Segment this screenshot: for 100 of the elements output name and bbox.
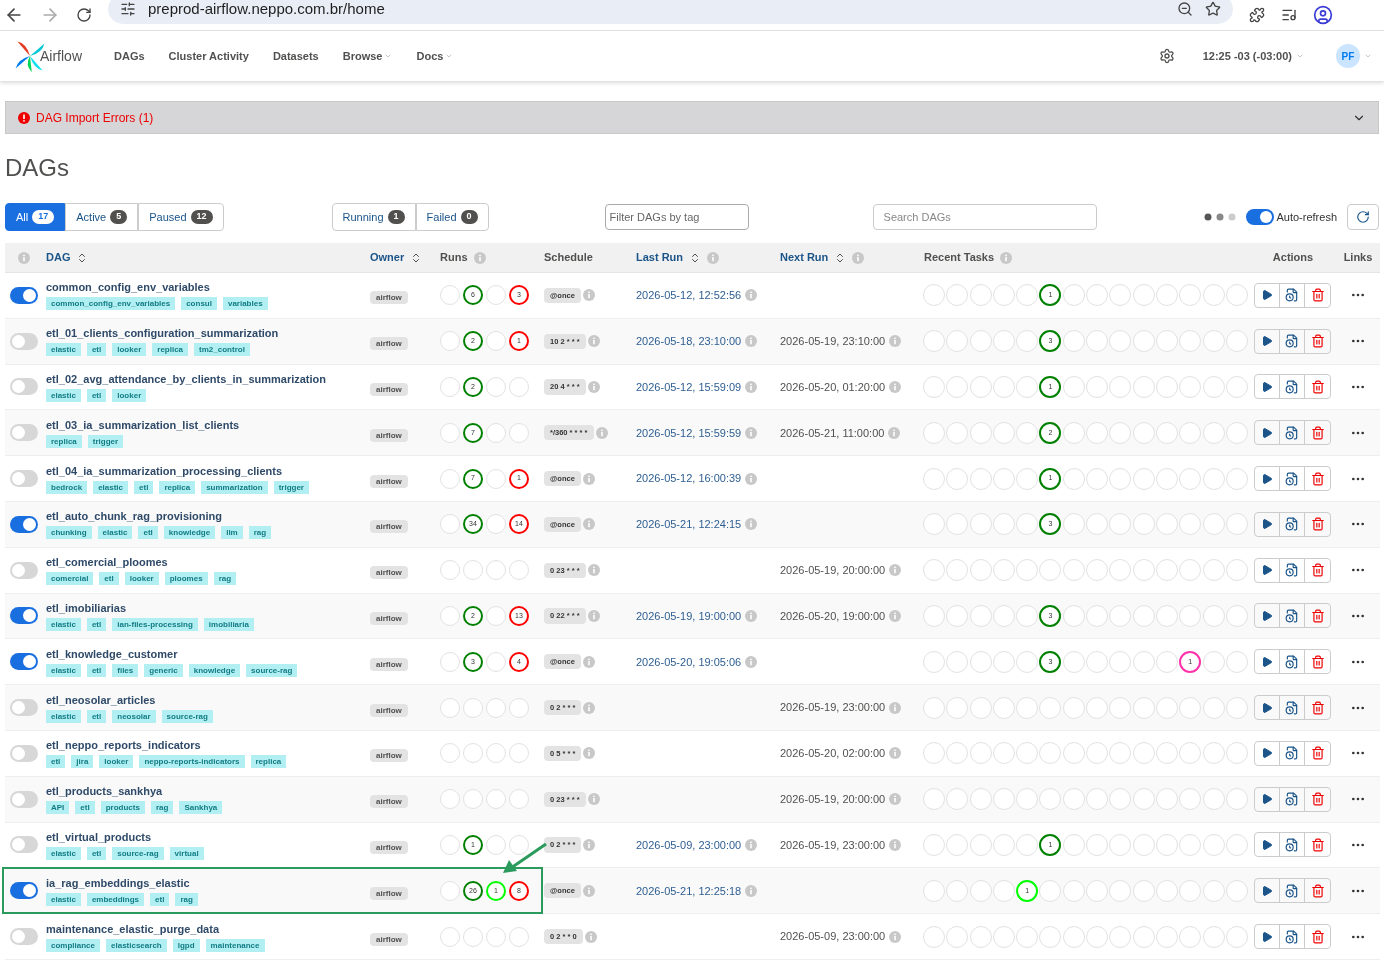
last-run-link[interactable]: 2026-05-19, 19:00:00 (636, 607, 742, 625)
tag-chip[interactable]: Sankhya (179, 801, 223, 815)
tag-chip[interactable]: embeddings (86, 892, 145, 906)
tag-chip[interactable]: maintenance (205, 938, 265, 952)
column-header[interactable]: Last Run (636, 249, 684, 266)
tag-chip[interactable]: compliance (46, 938, 100, 952)
tag-chip[interactable]: consul (181, 297, 217, 311)
tag-chip[interactable]: ploomes (164, 572, 208, 586)
tag-chip[interactable]: looker (112, 389, 147, 402)
tag-chip[interactable]: rag (213, 572, 237, 586)
status-filter-tab[interactable]: All 17 (5, 203, 66, 231)
auto-refresh-switch[interactable] (1246, 209, 1275, 225)
tag-chip[interactable]: chunking (46, 526, 92, 540)
owner-badge[interactable]: airflow (370, 703, 408, 717)
tag-chip[interactable]: tm2_control (194, 343, 250, 357)
tag-chip[interactable]: etl (86, 846, 107, 860)
tag-chip[interactable]: source-rag (161, 709, 213, 723)
pause-toggle[interactable] (9, 836, 38, 854)
tag-chip[interactable]: etl (99, 572, 119, 586)
pause-toggle[interactable] (9, 882, 38, 900)
dag-link[interactable]: etl_02_avg_attendance_by_clients_in_summarization (46, 372, 362, 386)
dag-link[interactable]: etl_auto_chunk_rag_provisioning (46, 509, 362, 524)
owner-badge[interactable]: airflow (370, 383, 408, 396)
dag-link[interactable]: etl_04_ia_summarization_processing_clients (46, 463, 362, 478)
owner-badge[interactable]: airflow (370, 886, 408, 900)
tag-chip[interactable]: elastic (46, 709, 81, 723)
tag-chip[interactable]: llm (221, 526, 243, 540)
owner-badge[interactable]: airflow (370, 428, 408, 442)
tag-chip[interactable]: elastic (46, 846, 81, 860)
status-filter-tab[interactable]: Active 5 (65, 203, 139, 231)
tag-chip[interactable]: products (100, 801, 145, 815)
pause-toggle[interactable] (9, 607, 38, 625)
tag-chip[interactable]: lgpd (172, 938, 200, 952)
tag-chip[interactable]: summarization (201, 480, 268, 494)
tag-chip[interactable]: elastic (46, 389, 81, 402)
pause-toggle[interactable] (9, 561, 38, 579)
tag-chip[interactable]: virtual (169, 846, 204, 860)
column-header[interactable]: DAG (46, 249, 71, 266)
owner-badge[interactable]: airflow (370, 474, 408, 488)
dag-link[interactable]: etl_imobiliarias (46, 600, 362, 615)
tag-chip[interactable]: etl (86, 709, 107, 723)
search-field[interactable]: Search DAGs (872, 204, 1097, 230)
media-icon[interactable] (1281, 7, 1297, 23)
owner-badge[interactable]: airflow (370, 566, 408, 580)
tag-chip[interactable]: rag (150, 801, 174, 815)
tag-chip[interactable]: etl (134, 480, 154, 494)
tag-chip[interactable]: trigger (273, 480, 309, 494)
tag-chip[interactable]: trigger (87, 434, 124, 448)
nav-link[interactable]: Datasets (272, 47, 319, 65)
tag-chip[interactable]: etl (138, 526, 158, 540)
dag-link[interactable]: etl_virtual_products (46, 829, 362, 844)
tag-chip[interactable]: elasticsearch (106, 938, 167, 952)
nav-link[interactable]: Cluster Activity (168, 47, 249, 65)
tag-chip[interactable]: bedrock (46, 480, 88, 494)
last-run-link[interactable]: 2026-05-12, 12:52:56 (636, 287, 742, 304)
last-run-link[interactable]: 2026-05-12, 16:00:39 (636, 470, 742, 487)
dag-link[interactable]: etl_knowledge_customer (46, 646, 362, 661)
tag-chip[interactable]: replica (250, 755, 287, 769)
tag-chip[interactable]: elastic (46, 343, 81, 357)
settings-icon[interactable] (1158, 48, 1175, 64)
pause-toggle[interactable] (9, 699, 38, 717)
pause-toggle[interactable] (9, 378, 38, 396)
tag-chip[interactable]: variables (222, 297, 268, 311)
tag-chip[interactable]: generic (144, 663, 183, 677)
tag-chip[interactable]: API (46, 801, 70, 815)
tag-chip[interactable]: rag (248, 526, 272, 540)
reload-icon[interactable] (76, 7, 92, 23)
tag-chip[interactable]: elastic (46, 617, 81, 631)
owner-badge[interactable]: airflow (370, 749, 408, 763)
owner-badge[interactable]: airflow (370, 520, 408, 534)
tag-chip[interactable]: etl (150, 892, 170, 906)
owner-badge[interactable]: airflow (370, 840, 408, 854)
tag-chip[interactable]: etl (86, 389, 107, 402)
tag-chip[interactable]: etl (86, 663, 107, 677)
tag-chip[interactable]: imobiliaria (203, 617, 254, 631)
owner-badge[interactable]: airflow (370, 795, 408, 809)
pause-toggle[interactable] (9, 470, 38, 488)
tag-chip[interactable]: knowledge (188, 663, 241, 677)
tag-chip[interactable]: etl (86, 343, 107, 357)
dag-link[interactable]: etl_01_clients_configuration_summarization (46, 326, 362, 341)
dag-link[interactable]: etl_neppo_reports_indicators (46, 738, 362, 753)
dag-link[interactable]: etl_03_ia_summarization_list_clients (46, 417, 362, 432)
pause-toggle[interactable] (9, 790, 38, 808)
pause-toggle[interactable] (9, 744, 38, 762)
pause-toggle[interactable] (9, 653, 38, 671)
tag-chip[interactable]: rag (175, 892, 198, 906)
tag-chip[interactable]: looker (99, 755, 134, 769)
owner-badge[interactable]: airflow (370, 337, 408, 351)
last-run-link[interactable]: 2026-05-18, 23:10:00 (636, 332, 742, 350)
star-icon[interactable] (1205, 1, 1221, 17)
pause-toggle[interactable] (9, 515, 38, 533)
tag-chip[interactable]: common_config_env_variables (46, 297, 176, 311)
tag-chip[interactable]: neppo-reports-indicators (139, 755, 245, 769)
nav-link[interactable]: Browse (342, 47, 393, 65)
tag-chip[interactable]: elastic (93, 480, 129, 494)
last-run-link[interactable]: 2026-05-12, 15:59:09 (636, 378, 742, 396)
status-filter-tab[interactable]: Paused 12 (138, 203, 224, 231)
tag-chip[interactable]: replica (159, 480, 196, 494)
site-info-icon[interactable] (120, 1, 136, 17)
tag-chip[interactable]: neosolar (112, 709, 156, 723)
